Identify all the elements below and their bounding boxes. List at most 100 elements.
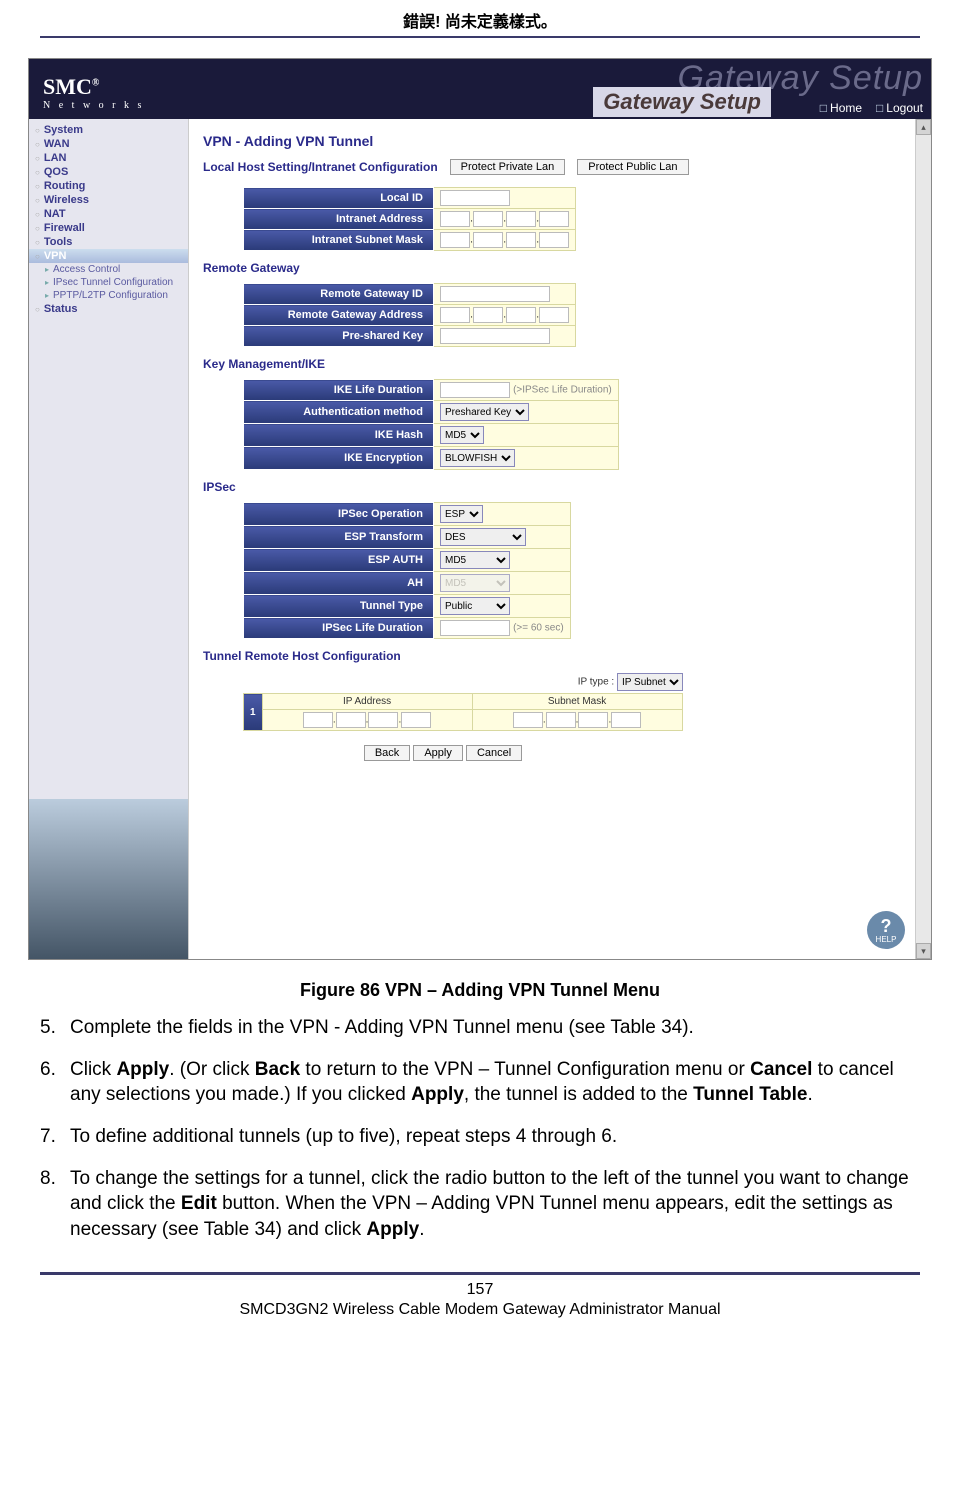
ip-addr-3[interactable]	[368, 712, 398, 728]
cancel-button[interactable]: Cancel	[466, 745, 522, 761]
sidebar: System WAN LAN QOS Routing Wireless NAT …	[29, 119, 189, 959]
intranet-mask-3[interactable]	[506, 232, 536, 248]
nav-nat[interactable]: NAT	[29, 207, 188, 221]
ike-auth-select[interactable]: Preshared Key	[440, 403, 529, 421]
ipsec-life-input[interactable]	[440, 620, 510, 636]
tunnel-type-select[interactable]: Public	[440, 597, 510, 615]
step-6: 6. Click Apply. (Or click Back to return…	[40, 1057, 920, 1108]
ip-address-header: IP Address	[262, 694, 472, 710]
row-index: 1	[244, 694, 263, 731]
ike-table: IKE Life Duration (>IPSec Life Duration)…	[243, 379, 619, 470]
esp-transform-select[interactable]: DES	[440, 528, 526, 546]
tunnel-remote-heading: Tunnel Remote Host Configuration	[203, 649, 901, 663]
remote-gw-addr-3[interactable]	[506, 307, 536, 323]
ip-mask-4[interactable]	[611, 712, 641, 728]
remote-gw-id-input[interactable]	[440, 286, 550, 302]
step-5: 5. Complete the fields in the VPN - Addi…	[40, 1015, 920, 1041]
intranet-addr-1[interactable]	[440, 211, 470, 227]
back-button[interactable]: Back	[364, 745, 410, 761]
ike-heading: Key Management/IKE	[203, 357, 901, 371]
local-id-input[interactable]	[440, 190, 510, 206]
nav-list: System WAN LAN QOS Routing Wireless NAT …	[29, 119, 188, 320]
nav-pptp-l2tp[interactable]: PPTP/L2TP Configuration	[29, 289, 188, 302]
nav-qos[interactable]: QOS	[29, 165, 188, 179]
overlay-title: Gateway Setup	[593, 87, 771, 117]
main-panel: VPN - Adding VPN Tunnel Local Host Setti…	[189, 119, 915, 959]
vpn-screenshot: SMC® N e t w o r k s Gateway Setup Gatew…	[28, 58, 932, 960]
ip-addr-2[interactable]	[336, 712, 366, 728]
page-footer: 157 SMCD3GN2 Wireless Cable Modem Gatewa…	[40, 1272, 920, 1319]
ipsec-table: IPSec Operation ESP ESP Transform DES ES…	[243, 502, 571, 639]
intranet-mask-2[interactable]	[473, 232, 503, 248]
ip-type-select[interactable]: IP Subnet	[617, 673, 683, 691]
nav-routing[interactable]: Routing	[29, 179, 188, 193]
nav-ipsec-tunnel[interactable]: IPsec Tunnel Configuration	[29, 276, 188, 289]
intranet-mask-label: Intranet Subnet Mask	[244, 230, 434, 251]
ip-mask-1[interactable]	[513, 712, 543, 728]
local-id-label: Local ID	[244, 188, 434, 209]
scrollbar[interactable]: ▴ ▾	[915, 119, 931, 959]
intranet-addr-3[interactable]	[506, 211, 536, 227]
home-link[interactable]: Home	[820, 101, 862, 115]
ike-enc-label: IKE Encryption	[244, 447, 434, 470]
step-7: 7. To define additional tunnels (up to f…	[40, 1124, 920, 1150]
remote-gw-id-label: Remote Gateway ID	[244, 284, 434, 305]
intranet-mask-1[interactable]	[440, 232, 470, 248]
ip-addr-4[interactable]	[401, 712, 431, 728]
top-nav: Home Logout	[820, 101, 923, 115]
remote-gw-addr-2[interactable]	[473, 307, 503, 323]
ike-life-label: IKE Life Duration	[244, 380, 434, 401]
psk-input[interactable]	[440, 328, 550, 344]
nav-access-control[interactable]: Access Control	[29, 263, 188, 276]
manual-title: SMCD3GN2 Wireless Cable Modem Gateway Ad…	[239, 1301, 720, 1318]
help-button[interactable]: ? HELP	[867, 911, 905, 949]
ike-life-input[interactable]	[440, 382, 510, 398]
protect-public-lan-button[interactable]: Protect Public Lan	[577, 159, 688, 175]
protect-private-lan-button[interactable]: Protect Private Lan	[450, 159, 566, 175]
ip-addr-1[interactable]	[303, 712, 333, 728]
help-icon: ?	[881, 917, 892, 935]
step-8: 8. To change the settings for a tunnel, …	[40, 1166, 920, 1243]
remote-gateway-heading: Remote Gateway	[203, 261, 901, 275]
ipsec-op-select[interactable]: ESP	[440, 505, 483, 523]
intranet-addr-4[interactable]	[539, 211, 569, 227]
nav-tools[interactable]: Tools	[29, 235, 188, 249]
nav-firewall[interactable]: Firewall	[29, 221, 188, 235]
app-header: SMC® N e t w o r k s Gateway Setup Gatew…	[29, 59, 931, 119]
step-8-num: 8.	[40, 1166, 62, 1243]
psk-label: Pre-shared Key	[244, 326, 434, 347]
nav-system[interactable]: System	[29, 123, 188, 137]
page-title: VPN - Adding VPN Tunnel	[203, 133, 901, 149]
ike-life-hint: (>IPSec Life Duration)	[513, 385, 612, 396]
ike-enc-select[interactable]: BLOWFISH	[440, 449, 515, 467]
step-8-text: To change the settings for a tunnel, cli…	[70, 1166, 920, 1243]
scroll-up-icon[interactable]: ▴	[916, 119, 931, 135]
smc-logo: SMC® N e t w o r k s	[29, 66, 158, 119]
ike-hash-select[interactable]: MD5	[440, 426, 484, 444]
logo-subtext: N e t w o r k s	[43, 100, 144, 111]
remote-gw-addr-1[interactable]	[440, 307, 470, 323]
remote-gw-addr-4[interactable]	[539, 307, 569, 323]
step-5-text: Complete the fields in the VPN - Adding …	[70, 1015, 694, 1041]
esp-auth-label: ESP AUTH	[244, 549, 434, 572]
nav-lan[interactable]: LAN	[29, 151, 188, 165]
ip-mask-3[interactable]	[578, 712, 608, 728]
intranet-addr-2[interactable]	[473, 211, 503, 227]
intranet-addr-label: Intranet Address	[244, 209, 434, 230]
remote-gateway-table: Remote Gateway ID Remote Gateway Address…	[243, 283, 576, 347]
logout-link[interactable]: Logout	[876, 101, 923, 115]
scroll-down-icon[interactable]: ▾	[916, 943, 931, 959]
nav-wan[interactable]: WAN	[29, 137, 188, 151]
nav-status[interactable]: Status	[29, 302, 188, 316]
ike-auth-label: Authentication method	[244, 401, 434, 424]
nav-vpn[interactable]: VPN	[29, 249, 188, 263]
step-6-num: 6.	[40, 1057, 62, 1108]
intranet-mask-4[interactable]	[539, 232, 569, 248]
esp-transform-label: ESP Transform	[244, 526, 434, 549]
nav-wireless[interactable]: Wireless	[29, 193, 188, 207]
esp-auth-select[interactable]: MD5	[440, 551, 510, 569]
apply-button[interactable]: Apply	[413, 745, 463, 761]
logo-text: SMC	[43, 74, 92, 99]
ip-mask-2[interactable]	[546, 712, 576, 728]
local-host-heading: Local Host Setting/Intranet Configuratio…	[203, 160, 438, 174]
